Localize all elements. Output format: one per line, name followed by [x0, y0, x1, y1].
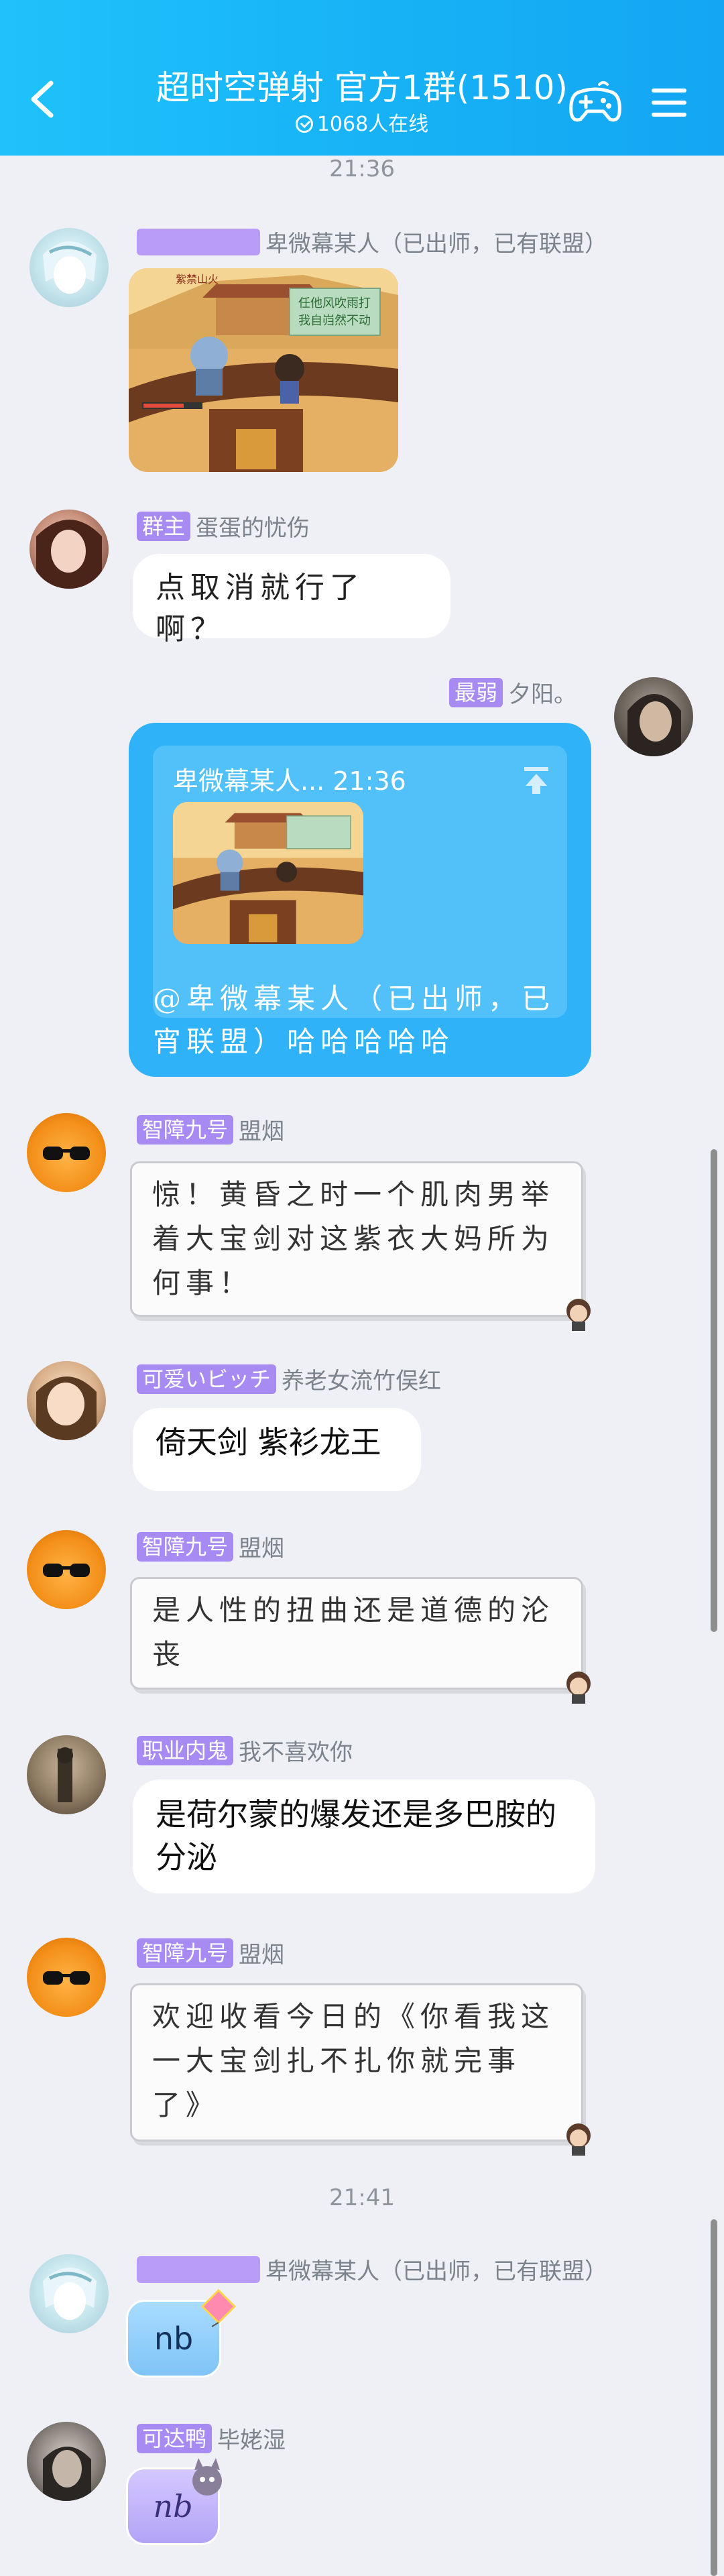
avatar-portrait-icon — [627, 694, 681, 756]
game-screenshot-image[interactable]: 任他风吹雨打 我自岿然不动 紫禁山火 — [129, 268, 398, 472]
sender-name: 盟烟 — [239, 1942, 285, 1969]
sender-row: 最弱 夕阳。 — [449, 676, 577, 709]
message-bubble[interactable]: 欢迎收看今日的《你看我这一大宝剑扎不扎你就完事了》 — [130, 1983, 591, 2156]
chat-header: 超时空弹射 官方1群(1510) 1068人在线 — [0, 0, 724, 156]
timestamp: 21:41 — [329, 2184, 395, 2211]
member-tag — [137, 228, 260, 255]
sender-row: 群主 蛋蛋的忧伤 — [137, 510, 310, 542]
member-tag: 职业内鬼 — [137, 1735, 234, 1765]
sender-row: 卑微幕某人（已出师，已有联盟） — [137, 225, 607, 258]
sender-row: 智障九号 盟烟 — [137, 1113, 284, 1146]
avatar[interactable] — [29, 2254, 109, 2333]
avatar[interactable] — [27, 2422, 106, 2501]
member-tag — [137, 2256, 260, 2283]
cat-sticker-icon — [192, 2458, 222, 2496]
message-text: @卑微幕某人（已出师，已宵联盟）哈哈哈哈哈 — [153, 982, 556, 1058]
avatar[interactable] — [27, 1113, 106, 1192]
sender-name: 我不喜欢你 — [239, 1739, 353, 1766]
message-text: 是人性的扭曲还是道德的沦丧 — [152, 1594, 555, 1671]
message-text: 欢迎收看今日的《你看我这一大宝剑扎不扎你就完事了》 — [152, 2000, 555, 2121]
sender-row: 可达鸭 毕姥湿 — [137, 2422, 286, 2455]
member-tag: 智障九号 — [137, 1114, 234, 1145]
online-count-text: 1068人在线 — [316, 113, 429, 136]
message-bubble[interactable]: 是荷尔蒙的爆发还是多巴胺的分泌 — [133, 1779, 595, 1893]
timestamp: 21:36 — [329, 156, 395, 182]
member-tag: 群主 — [137, 511, 191, 541]
avatar-portrait-icon — [36, 1377, 97, 1440]
sender-name: 蛋蛋的忧伤 — [196, 515, 310, 542]
scrollbar-thumb[interactable] — [711, 2219, 717, 2576]
gamepad-icon[interactable] — [568, 79, 622, 126]
sender-name: 毕姥湿 — [217, 2427, 286, 2454]
svg-text:任他风吹雨打: 任他风吹雨打 — [298, 296, 371, 310]
sender-row: 智障九号 盟烟 — [137, 1936, 284, 1969]
message-bubble[interactable]: 点取消就行了啊？ — [133, 554, 450, 646]
avatar-sunglasses-icon — [43, 1564, 90, 1577]
sender-row: 智障九号 盟烟 — [137, 1530, 284, 1563]
kite-sticker-icon — [200, 2288, 237, 2327]
message-bubble[interactable]: 是人性的扭曲还是道德的沦丧 — [130, 1577, 591, 1704]
member-tag: 智障九号 — [137, 1938, 234, 1968]
jump-to-top-icon[interactable] — [523, 766, 550, 795]
message-text: 惊！黄昏之时一个肌肉男举着大宝剑对这紫衣大妈所为何事！ — [152, 1178, 555, 1299]
online-check-icon — [295, 115, 313, 133]
quoted-image[interactable] — [173, 802, 363, 944]
avatar[interactable] — [29, 228, 109, 307]
member-tag: 可达鸭 — [137, 2423, 213, 2453]
svg-text:我自岿然不动: 我自岿然不动 — [298, 314, 371, 328]
own-message-bubble[interactable]: 卑微幕某人... 21:36 @卑微幕某人（已出师，已宵联盟）哈哈哈哈哈 — [129, 723, 591, 1077]
sender-name: 盟烟 — [239, 1535, 285, 1562]
avatar-portrait-icon — [43, 2447, 91, 2501]
member-tag: 最弱 — [449, 677, 503, 707]
bubble-character-icon — [566, 1299, 591, 1331]
avatar[interactable] — [614, 677, 693, 756]
member-tag: 智障九号 — [137, 1531, 234, 1562]
sender-row: 职业内鬼 我不喜欢你 — [137, 1734, 353, 1767]
avatar-sunglasses-icon — [43, 1971, 90, 1985]
svg-text:紫禁山火: 紫禁山火 — [176, 273, 219, 286]
avatar-photo-icon — [57, 1747, 73, 1802]
avatar[interactable] — [29, 510, 109, 589]
sender-row: 卑微幕某人（已出师，已有联盟） — [137, 2253, 607, 2286]
sender-row: 可爱いビッチ 养老女流竹俣红 — [137, 1362, 441, 1395]
avatar[interactable] — [27, 1735, 106, 1814]
sender-name: 夕阳。 — [508, 681, 577, 708]
avatar[interactable] — [27, 1361, 106, 1440]
sender-name: 盟烟 — [239, 1118, 285, 1145]
quote-header: 卑微幕某人... 21:36 — [173, 766, 406, 796]
sender-name: 卑微幕某人（已出师，已有联盟） — [265, 2258, 607, 2285]
avatar[interactable] — [27, 1938, 106, 2017]
avatar-portrait-icon — [36, 520, 102, 589]
menu-icon[interactable] — [650, 86, 688, 119]
sender-name: 养老女流竹俣红 — [282, 1368, 442, 1395]
bubble-character-icon — [566, 2123, 591, 2156]
avatar-anime-icon — [43, 2268, 97, 2320]
member-tag: 可爱いビッチ — [137, 1364, 277, 1394]
bubble-character-icon — [566, 1672, 591, 1704]
message-bubble[interactable]: 倚天剑 紫衫龙王 — [133, 1408, 421, 1491]
sender-name: 卑微幕某人（已出师，已有联盟） — [265, 231, 607, 257]
avatar-anime-icon — [43, 241, 97, 294]
message-bubble[interactable]: 惊！黄昏之时一个肌肉男举着大宝剑对这紫衣大妈所为何事！ — [130, 1161, 591, 1331]
avatar[interactable] — [27, 1530, 106, 1609]
avatar-sunglasses-icon — [43, 1147, 90, 1160]
scrollbar-thumb[interactable] — [711, 1149, 717, 1632]
